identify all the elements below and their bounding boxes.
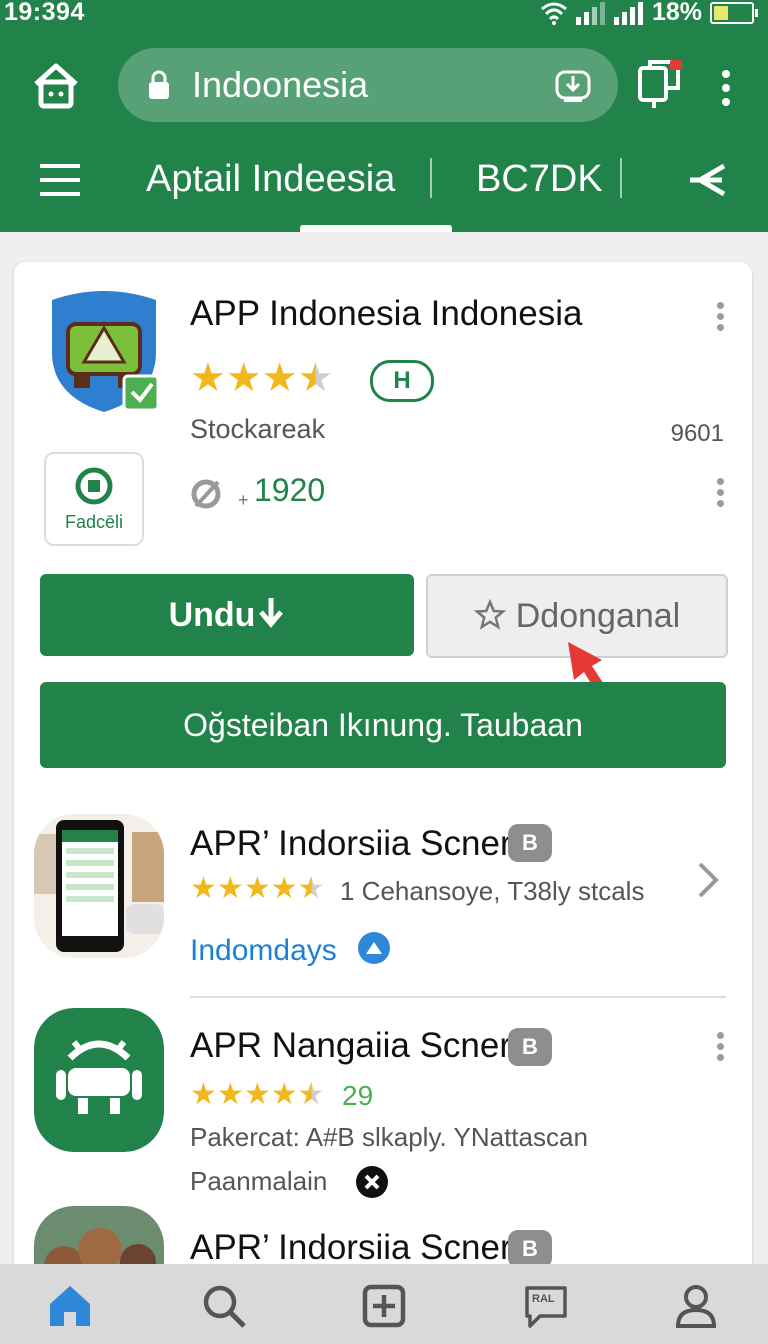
list-item-link[interactable]: Indomdays <box>190 934 337 968</box>
search-icon[interactable] <box>200 1282 248 1330</box>
half-star-icon: ★ <box>297 872 325 905</box>
downloads-prefix: + <box>238 490 249 510</box>
bottom-navigation: RAL <box>0 1264 768 1344</box>
star-icon: ★ <box>261 356 298 400</box>
chevron-right-icon[interactable] <box>696 860 722 900</box>
list-item[interactable]: APR Nangaiia Scner B ★ ★ ★ ★ ★ 29 Pakercat: … <box>14 1008 752 1208</box>
list-item-badge: B <box>508 1230 552 1268</box>
nav-row: Aptail Indeesia BC7DK <box>0 148 768 216</box>
star-icon: ★ <box>216 1078 244 1111</box>
list-item-badge: B <box>508 1028 552 1066</box>
home-icon[interactable] <box>30 60 82 112</box>
status-time: 19:394 <box>4 0 85 26</box>
list-item-meta: 1 Cehansoye, T38ly stcals <box>340 876 645 906</box>
secondary-action-button[interactable]: Oğsteiban Ikınung. Taubaan <box>40 682 726 768</box>
star-icon: ★ <box>270 872 298 905</box>
url-text: Indoonesia <box>192 64 369 105</box>
half-star-icon: ★ <box>297 1078 325 1111</box>
battery-icon <box>710 1 758 24</box>
star-icon: ★ <box>216 872 244 905</box>
list-item-title: APR Nangaiia Scner <box>190 1026 511 1065</box>
address-bar[interactable]: Indoonesia <box>118 48 618 122</box>
status-bar: 19:394 18% <box>0 0 768 30</box>
app-header: 19:394 18% Indoonesia Aptail Indeesia BC… <box>0 0 768 232</box>
wifi-icon <box>540 2 567 25</box>
app-title: APP Indonesia Indonesia <box>190 294 583 333</box>
app-pill-badge: H <box>370 360 434 402</box>
nav-title[interactable]: Aptail Indeesia <box>146 158 395 201</box>
list-item-title: APR’ Indorsiia Scner <box>190 824 512 863</box>
app-thumbnail-phone[interactable] <box>34 814 164 958</box>
app-rating-stars: ★ ★ ★ ★ <box>190 358 333 398</box>
list-item-description: Pakercat: A#B slkaply. YNattascan <box>190 1122 588 1152</box>
close-icon[interactable] <box>356 1166 388 1198</box>
star-icon: ★ <box>190 872 217 905</box>
star-icon: ★ <box>243 1078 271 1111</box>
chat-icon-label: RAL <box>532 1293 555 1305</box>
signal-icon-2 <box>613 1 643 25</box>
list-divider <box>190 996 726 998</box>
tabs-icon[interactable] <box>636 58 684 112</box>
signal-icon <box>575 1 605 25</box>
list-item-rating-stars: ★ ★ ★ ★ ★ <box>190 874 325 904</box>
lock-icon <box>149 70 169 99</box>
nav-tab[interactable]: BC7DK <box>476 158 603 201</box>
address-row: Indoonesia <box>0 46 768 124</box>
chat-icon[interactable]: RAL <box>522 1282 570 1330</box>
downloads-more-icon[interactable] <box>716 478 724 508</box>
star-outline-icon <box>473 598 506 630</box>
status-icons: 18% <box>540 0 758 27</box>
overflow-menu-icon[interactable] <box>716 66 736 110</box>
download-page-icon[interactable] <box>554 66 592 104</box>
app-shield-icon[interactable] <box>44 288 164 418</box>
add-icon[interactable] <box>360 1282 408 1330</box>
badge-label: Fadcēli <box>64 512 124 532</box>
tab-indicator <box>300 225 452 232</box>
list-item[interactable]: APR’ Indorsiia Scner B ★ ★ ★ ★ ★ 1 Cehansoye… <box>14 810 752 970</box>
star-icon: ★ <box>270 1078 298 1111</box>
badge-logo-icon <box>75 467 113 505</box>
app-card: APP Indonesia Indonesia ★ ★ ★ ★ H Stocka… <box>14 262 752 1302</box>
app-thumbnail-android[interactable] <box>34 1008 164 1152</box>
list-item-rating-stars: ★ ★ ★ ★ ★ <box>190 1080 325 1110</box>
battery-percent: 18% <box>651 0 702 26</box>
list-item-count: 29 <box>342 1080 374 1111</box>
back-arrow-icon[interactable] <box>686 162 730 198</box>
download-button[interactable]: Undu <box>40 574 414 656</box>
star-icon: ★ <box>225 356 262 400</box>
app-more-icon[interactable] <box>716 302 724 332</box>
list-item-badge: B <box>508 824 552 862</box>
half-star-icon: ★ <box>297 356 334 400</box>
download-button-label: Undu <box>168 596 256 634</box>
hamburger-menu-icon[interactable] <box>40 162 84 198</box>
star-icon: ★ <box>190 1078 217 1111</box>
developer-name[interactable]: Stockareak <box>190 414 325 445</box>
nav-divider-2 <box>620 158 622 198</box>
app-size: 9601 <box>670 420 724 447</box>
wishlist-button-label: Ddonganal <box>515 597 681 635</box>
list-item-subtext: Paanmalain <box>190 1166 328 1196</box>
nav-divider <box>430 158 432 198</box>
list-item-title: APR’ Indorsiia Scner <box>190 1228 512 1267</box>
star-icon: ★ <box>190 356 226 400</box>
downloads-count: 1920 <box>254 472 326 508</box>
link-chip-icon[interactable] <box>358 932 390 964</box>
profile-icon[interactable] <box>672 1282 720 1330</box>
download-arrow-icon <box>259 598 284 628</box>
editor-badge: Fadcēli <box>44 452 144 546</box>
downloads-icon <box>191 479 221 509</box>
list-item-more-icon[interactable] <box>716 1032 724 1062</box>
star-icon: ★ <box>243 872 271 905</box>
home-icon[interactable] <box>46 1282 94 1330</box>
